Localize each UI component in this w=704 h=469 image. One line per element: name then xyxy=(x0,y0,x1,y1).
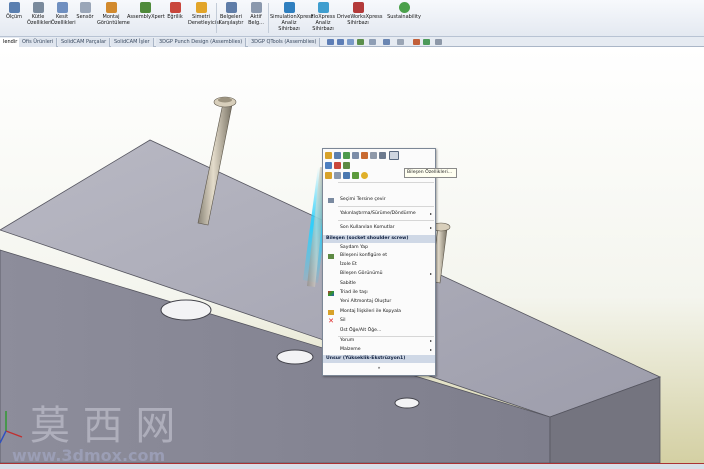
menu-item-fix[interactable]: Sabitle xyxy=(323,280,435,288)
ribbon-button-floxpress[interactable]: FloXpress Analiz Sihirbazı xyxy=(310,2,336,35)
menu-item-component-display[interactable]: Bileşen Görünümü ▸ xyxy=(323,270,435,278)
watermark-url: www.3dmox.com xyxy=(12,446,165,463)
ribbon-button-sustainability[interactable]: Sustainability xyxy=(384,2,424,35)
ribbon-button-section-properties[interactable]: Kesit Özellikleri xyxy=(51,2,76,35)
sustainability-icon xyxy=(398,2,410,13)
ribbon-separator xyxy=(268,3,269,33)
context-menu: Seçimi Tersine çevir Yakınlaştırma/Sürüm… xyxy=(322,148,436,376)
triad-icon xyxy=(328,291,334,296)
ribbon-button-assemblyxpert[interactable]: AssemblyXpert xyxy=(127,2,165,35)
menu-separator xyxy=(338,182,434,183)
menu-separator xyxy=(338,220,434,221)
ribbon-button-sensor[interactable]: Sensör xyxy=(75,2,95,35)
isolate-icon[interactable] xyxy=(361,152,368,159)
ribbon-separator xyxy=(216,3,217,33)
tab-3dgp-qtools[interactable]: 3DGP QTools (Assemblies) xyxy=(248,38,321,47)
apply-scene-icon[interactable] xyxy=(423,39,430,45)
ribbon-button-mass-properties[interactable]: Kütle Özellikleri xyxy=(27,2,52,35)
component-properties-tooltip: Bileşen Özellikleri... xyxy=(404,168,457,178)
previous-view-icon[interactable] xyxy=(347,39,354,45)
simulationxpress-icon xyxy=(283,2,295,13)
compare-documents-icon xyxy=(225,2,237,13)
change-transparency-icon[interactable] xyxy=(352,152,359,159)
ribbon-button-active-document[interactable]: Aktif Belg... xyxy=(246,2,266,35)
tab-solidcam-parts[interactable]: SolidCAM Parçalar xyxy=(58,38,111,47)
show-component-icon[interactable] xyxy=(370,152,377,159)
menu-item-delete[interactable]: ✕ Sil xyxy=(323,317,435,325)
ribbon-button-assembly-visualization[interactable]: Montaj Görüntüleme xyxy=(97,2,130,35)
zoom-to-fit-icon[interactable] xyxy=(327,39,334,45)
section-view-icon[interactable] xyxy=(357,39,364,45)
hole xyxy=(276,349,314,365)
menu-separator xyxy=(338,206,434,207)
menu-item-comment[interactable]: Yorum ▸ xyxy=(323,337,435,345)
mass-properties-icon xyxy=(32,2,44,13)
assemblyxpert-icon xyxy=(139,2,151,13)
menu-item-make-transparent[interactable]: Saydam Yap xyxy=(323,244,435,252)
menu-item-copy-with-mates[interactable]: Montaj İlişkileri ile Kopyala xyxy=(323,308,435,316)
hole xyxy=(394,397,420,409)
normal-to-icon[interactable] xyxy=(334,172,341,179)
menu-item-invert-selection[interactable]: Seçimi Tersine çevir xyxy=(323,196,435,204)
configure-icon[interactable] xyxy=(343,162,350,169)
tab-office-products[interactable]: Ofis Ürünleri xyxy=(19,38,58,47)
status-bar xyxy=(0,463,704,469)
heads-up-view-toolbar xyxy=(325,37,490,47)
hide-show-items-icon[interactable] xyxy=(397,39,404,45)
component-properties-icon[interactable] xyxy=(389,151,399,160)
menu-item-isolate[interactable]: İzole Et xyxy=(323,261,435,269)
zoom-to-selection-icon[interactable] xyxy=(325,172,332,179)
ribbon-button-symmetry-check[interactable]: Simetri Denetleyicisi xyxy=(188,2,220,35)
floxpress-icon xyxy=(317,2,329,13)
measure-icon xyxy=(8,2,20,13)
hide-components-icon[interactable] xyxy=(343,152,350,159)
symmetry-check-icon xyxy=(195,2,207,13)
ribbon-button-curvature[interactable]: Eğrilik xyxy=(165,2,185,35)
watermark-chars: 莫 西 网 xyxy=(30,403,175,449)
menu-item-configure-component[interactable]: Bileşeni konfigüre et xyxy=(323,252,435,260)
display-style-icon[interactable] xyxy=(383,39,390,45)
ribbon-button-compare-documents[interactable]: Belgeleri Karşılaştır xyxy=(218,2,244,35)
section-properties-icon xyxy=(56,2,68,13)
configure-component-icon xyxy=(328,254,334,259)
menu-item-new-subassembly[interactable]: Yeni Altmontaj Oluştur xyxy=(323,298,435,306)
invert-selection-icon xyxy=(328,198,334,203)
delete-icon: ✕ xyxy=(328,317,334,325)
curvature-icon xyxy=(169,2,181,13)
view-settings-icon[interactable] xyxy=(435,39,442,45)
ribbon-button-driveworksxpress[interactable]: DriveWorksXpress Sihirbazı xyxy=(337,2,382,35)
ribbon-button-simulationxpress[interactable]: SimulationXpress Analiz Sihirbazı xyxy=(270,2,313,35)
menu-item-material[interactable]: Malzeme ▸ xyxy=(323,346,435,354)
view-orientation-icon[interactable] xyxy=(369,39,376,45)
appearance-icon[interactable] xyxy=(334,162,341,169)
open-part-icon[interactable] xyxy=(325,152,332,159)
edit-part-icon[interactable] xyxy=(334,152,341,159)
menu-section-header-feature: Unsur (Yükseklik-Ekstrüzyon1) xyxy=(323,355,435,363)
mate-icon[interactable] xyxy=(352,172,359,179)
assembly-visualization-icon xyxy=(105,2,117,13)
driveworksxpress-icon xyxy=(352,2,364,13)
hole xyxy=(160,299,212,321)
menu-item-zoom-pan-rotate[interactable]: Yakınlaştırma/Sürüme/Döndürme ▸ xyxy=(323,210,435,218)
menu-item-move-with-triad[interactable]: Triad ile taşı xyxy=(323,289,435,297)
tab-solidcam-jobs[interactable]: SolidCAM İşler xyxy=(111,38,154,47)
menu-expand-more[interactable]: » xyxy=(323,365,435,373)
move-component-icon[interactable] xyxy=(343,172,350,179)
menu-item-recent-commands[interactable]: Son Kullanılan Komutlar ▸ xyxy=(323,224,435,232)
menu-section-header-component: Bileşen (socket shoulder screw) xyxy=(323,235,435,243)
tab-3dgp-punch-design[interactable]: 3DGP Punch Design (Assemblies) xyxy=(156,38,247,47)
menu-item-parent-child[interactable]: Üst Öğe/Alt Öğe... xyxy=(323,327,435,335)
command-manager-ribbon: Ölçüm Kütle Özellikleri Kesit Özellikler… xyxy=(0,0,704,37)
smart-mate-icon[interactable] xyxy=(361,172,368,179)
sensor-icon xyxy=(79,2,91,13)
active-document-icon xyxy=(250,2,262,13)
zoom-to-area-icon[interactable] xyxy=(337,39,344,45)
view-mates-icon[interactable] xyxy=(379,152,386,159)
edit-appearance-icon[interactable] xyxy=(413,39,420,45)
rebuild-icon[interactable] xyxy=(325,162,332,169)
copy-with-mates-icon xyxy=(328,310,334,315)
ribbon-button-measure[interactable]: Ölçüm xyxy=(4,2,24,35)
